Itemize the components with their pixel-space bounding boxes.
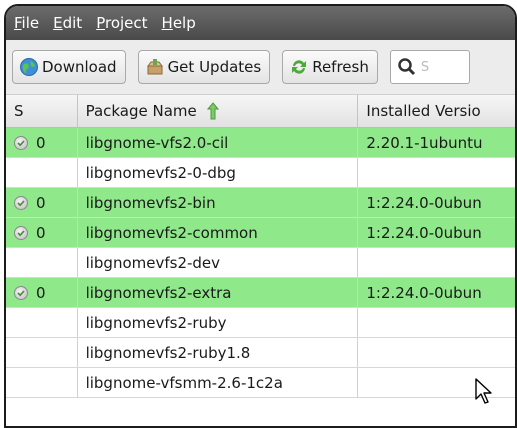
get-updates-label: Get Updates xyxy=(167,58,262,76)
status-cell xyxy=(6,368,78,397)
mouse-pointer-icon xyxy=(475,378,492,404)
column-installed-label: Installed Versio xyxy=(366,102,481,120)
menu-edit[interactable]: Edit xyxy=(53,14,82,32)
search-icon xyxy=(398,58,415,76)
search-input[interactable]: S xyxy=(389,50,470,84)
installed-check-icon xyxy=(14,195,28,210)
package-icon xyxy=(146,59,163,75)
installed-check-icon xyxy=(14,285,28,300)
menu-project[interactable]: Project xyxy=(96,14,147,32)
toolbar: Download Get Updates Refresh S xyxy=(6,40,515,95)
installed-check-icon xyxy=(14,135,28,150)
menu-file[interactable]: File xyxy=(14,14,39,32)
installed-version-cell xyxy=(358,338,515,367)
menu-bar: File Edit Project Help xyxy=(6,6,515,40)
download-label: Download xyxy=(42,58,117,76)
status-value: 0 xyxy=(36,133,46,152)
status-cell: 0 xyxy=(6,278,78,307)
sort-ascending-icon xyxy=(206,102,219,120)
installed-version-cell: 1:2.24.0-0ubun xyxy=(366,223,482,242)
status-cell xyxy=(6,308,78,337)
table-row[interactable]: libgnomevfs2-0-dbg xyxy=(6,158,515,188)
column-header-status[interactable]: S xyxy=(6,95,78,127)
download-button[interactable]: Download xyxy=(12,50,126,84)
table-row[interactable]: libgnomevfs2-ruby xyxy=(6,308,515,338)
status-cell: 0 xyxy=(6,128,78,157)
package-name-cell: libgnomevfs2-extra xyxy=(78,278,359,307)
status-cell xyxy=(6,158,78,187)
installed-check-icon xyxy=(14,225,28,240)
installed-version-cell: 2.20.1-1ubuntu xyxy=(366,133,483,152)
table-row[interactable]: libgnomevfs2-dev xyxy=(6,248,515,278)
installed-version-cell xyxy=(358,248,515,277)
table-row[interactable]: libgnome-vfsmm-2.6-1c2a xyxy=(6,368,515,398)
installed-version-cell xyxy=(358,158,515,187)
installed-version-cell: 1:2.24.0-0ubun xyxy=(366,283,482,302)
table-row[interactable]: 0 libgnome-vfs2.0-cil 2.20.1-1ubuntu xyxy=(6,128,515,158)
app-window: File Edit Project Help Download Get Upda… xyxy=(4,4,517,428)
get-updates-button[interactable]: Get Updates xyxy=(137,50,271,84)
status-cell: 0 xyxy=(6,188,78,217)
table-row[interactable]: 0 libgnomevfs2-extra 1:2.24.0-0ubun xyxy=(6,278,515,308)
search-text: S xyxy=(420,59,430,75)
package-name-cell: libgnomevfs2-0-dbg xyxy=(78,158,359,187)
status-cell: 0 xyxy=(6,218,78,247)
package-name-cell: libgnome-vfs2.0-cil xyxy=(78,128,359,157)
refresh-icon xyxy=(292,60,307,74)
package-name-cell: libgnomevfs2-bin xyxy=(78,188,359,217)
table-row[interactable]: 0 libgnomevfs2-bin 1:2.24.0-0ubun xyxy=(6,188,515,218)
package-table: S Package Name Installed Versio 0 libgnom… xyxy=(6,95,515,426)
package-name-cell: libgnomevfs2-ruby xyxy=(78,308,359,337)
column-name-label: Package Name xyxy=(85,102,197,120)
status-cell xyxy=(6,248,78,277)
package-name-cell: libgnomevfs2-common xyxy=(78,218,359,247)
status-value: 0 xyxy=(36,283,46,302)
table-row[interactable]: 0 libgnomevfs2-common 1:2.24.0-0ubun xyxy=(6,218,515,248)
installed-version-cell: 1:2.24.0-0ubun xyxy=(366,193,482,212)
column-header-package-name[interactable]: Package Name xyxy=(78,95,359,127)
status-cell xyxy=(6,338,78,367)
installed-version-cell xyxy=(358,308,515,337)
table-row[interactable]: libgnomevfs2-ruby1.8 xyxy=(6,338,515,368)
menu-help[interactable]: Help xyxy=(162,14,196,32)
status-value: 0 xyxy=(36,223,46,242)
status-value: 0 xyxy=(36,193,46,212)
column-header-installed-version[interactable]: Installed Versio xyxy=(358,95,515,127)
globe-icon xyxy=(20,58,38,76)
table-header: S Package Name Installed Versio xyxy=(6,95,515,128)
table-body: 0 libgnome-vfs2.0-cil 2.20.1-1ubuntu libgno… xyxy=(6,128,515,398)
package-name-cell: libgnomevfs2-ruby1.8 xyxy=(78,338,359,367)
refresh-button[interactable]: Refresh xyxy=(282,50,378,84)
column-status-label: S xyxy=(14,102,24,120)
refresh-label: Refresh xyxy=(312,58,369,76)
package-name-cell: libgnome-vfsmm-2.6-1c2a xyxy=(78,368,359,397)
package-name-cell: libgnomevfs2-dev xyxy=(78,248,359,277)
